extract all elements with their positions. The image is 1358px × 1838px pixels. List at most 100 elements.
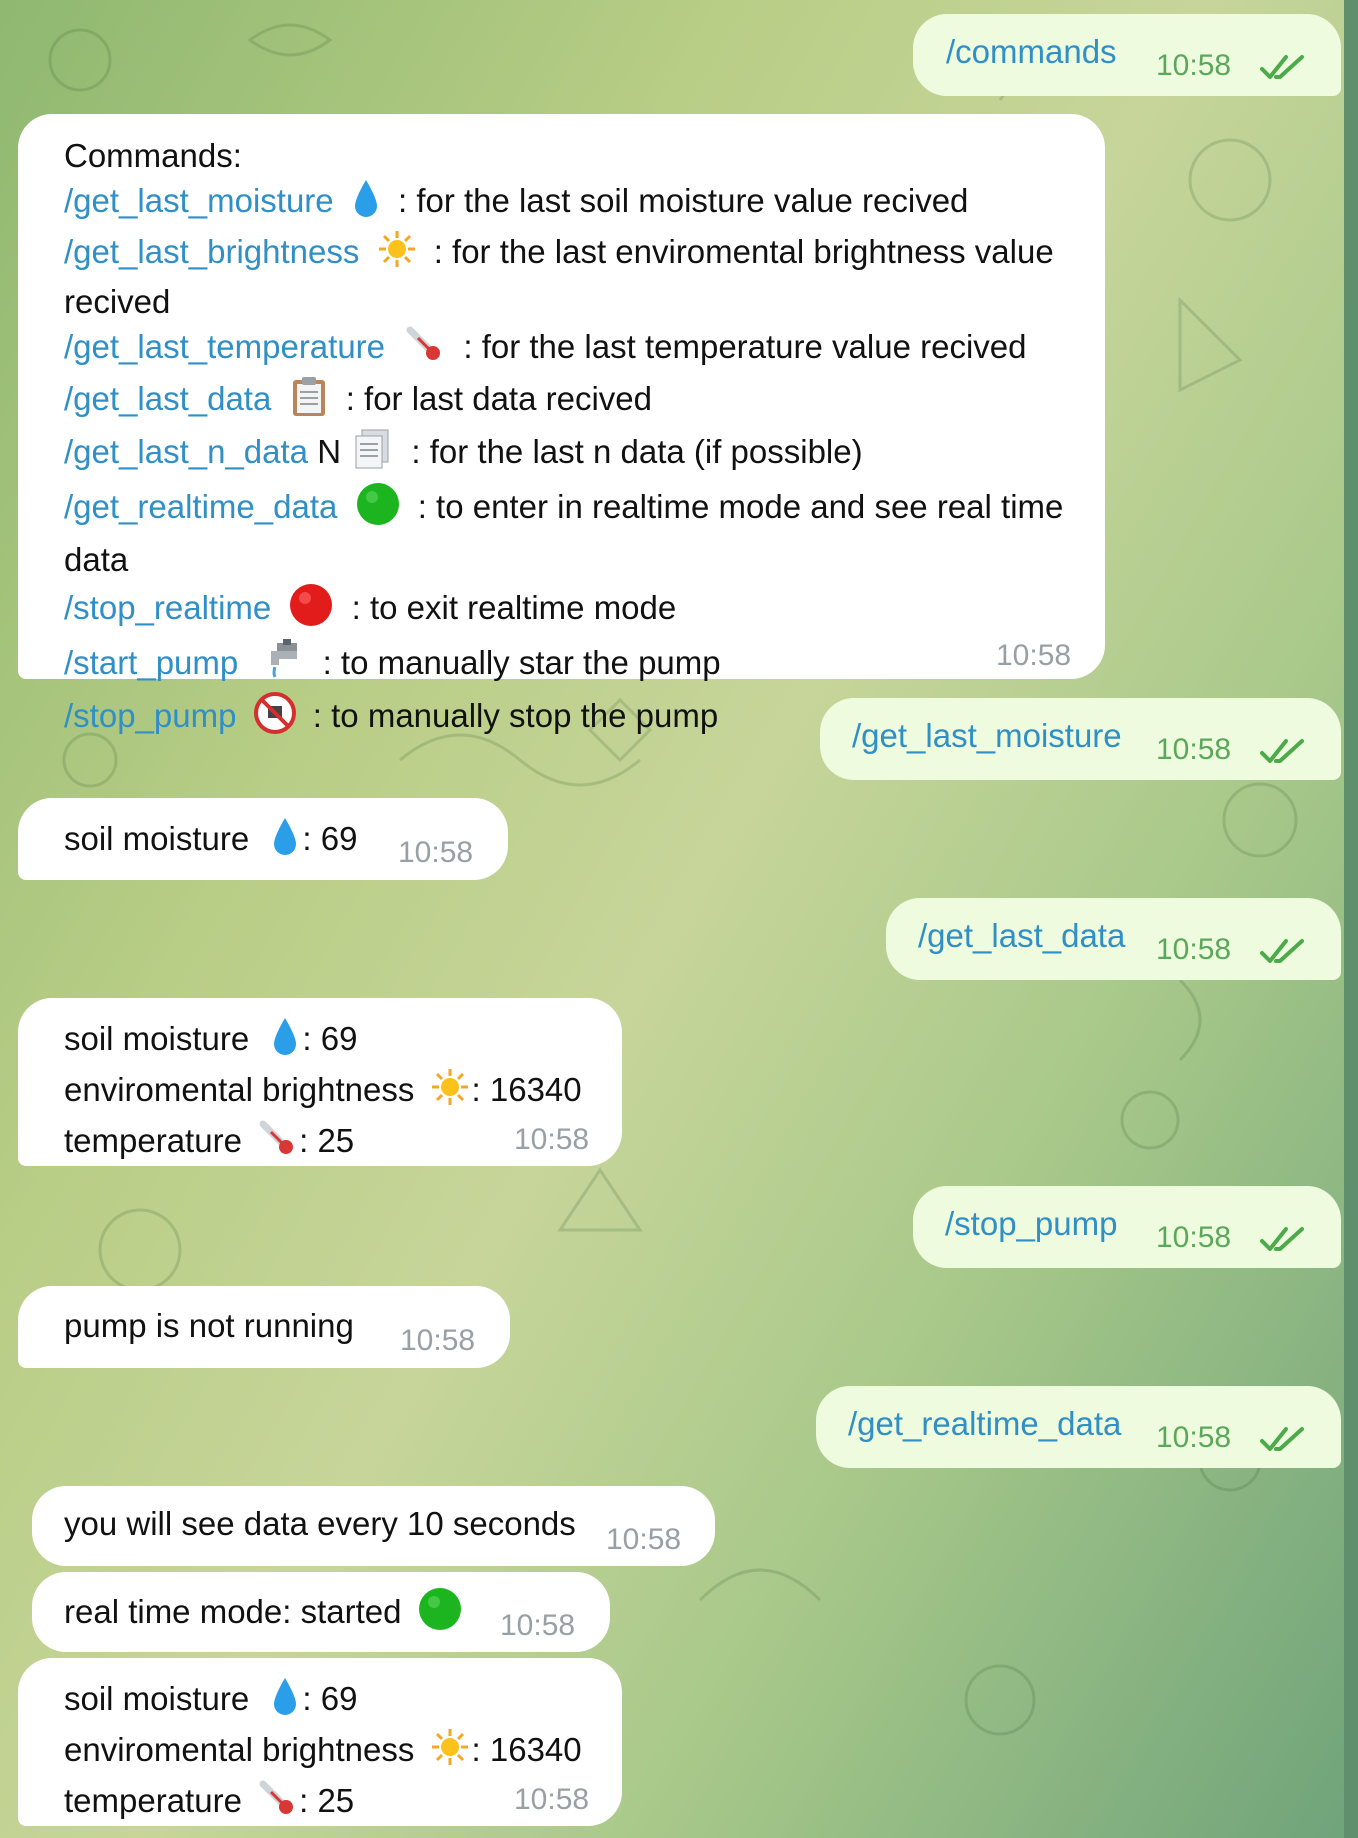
command-link[interactable]: /get_last_data: [64, 380, 271, 417]
thermometer-icon: [257, 1778, 297, 1829]
command-row: /get_last_n_data N : for the last n data…: [64, 428, 1084, 481]
message-time: 10:58: [514, 1123, 590, 1156]
command-link[interactable]: /get_last_temperature: [64, 328, 385, 365]
command-link[interactable]: /stop_pump: [64, 697, 236, 734]
reading-label: temperature: [64, 1122, 242, 1160]
droplet-icon: [353, 178, 379, 229]
reading-row: temperature : 25: [64, 1118, 582, 1169]
command-row: /stop_realtime : to exit realtime mode: [64, 582, 1084, 639]
message-time: 10:58: [398, 836, 474, 869]
incoming-message: you will see data every 10 seconds 10:58: [32, 1486, 715, 1566]
command-row: /start_pump : to manually star the pump: [64, 639, 1084, 692]
command-link[interactable]: /get_last_moisture: [64, 182, 334, 219]
message-command-text[interactable]: /stop_pump: [945, 1202, 1117, 1246]
commands-title: Commands:: [64, 137, 242, 174]
incoming-message: pump is not running 10:58: [18, 1286, 510, 1368]
message-time: 10:58: [500, 1609, 576, 1642]
reading-row: soil moisture : 69: [64, 1016, 582, 1067]
reading-label: temperature: [64, 1782, 242, 1820]
message-time: 10:58: [1156, 933, 1232, 966]
message-command-text[interactable]: /get_last_data: [918, 914, 1125, 958]
command-row: /get_last_brightness : for the last envi…: [64, 229, 1084, 324]
reading-value: : 16340: [471, 1731, 582, 1769]
reading-value: : 16340: [471, 1071, 582, 1109]
read-double-check-icon: [1260, 1427, 1304, 1451]
thermometer-icon: [257, 1118, 297, 1169]
reading-label: enviromental brightness: [64, 1071, 415, 1109]
command-row: /get_realtime_data : to enter in realtim…: [64, 481, 1084, 582]
reading-label: enviromental brightness: [64, 1731, 415, 1769]
green-circle-icon: [355, 481, 401, 538]
message-command-text[interactable]: /commands: [946, 30, 1117, 74]
sun-icon: [377, 229, 417, 280]
read-double-check-icon: [1260, 939, 1304, 963]
reading-value: : 25: [299, 1122, 355, 1160]
reading-row: soil moisture : 69: [64, 1676, 582, 1727]
command-link[interactable]: /get_realtime_data: [64, 488, 337, 525]
no-water-icon: [253, 692, 296, 745]
message-time: 10:58: [1156, 1421, 1232, 1454]
droplet-icon: [272, 816, 298, 867]
message-command-text[interactable]: /get_last_moisture: [852, 714, 1122, 758]
command-description: : for the last soil moisture value reciv…: [397, 182, 969, 220]
reading-row: temperature : 25: [64, 1778, 582, 1829]
reading-row: enviromental brightness : 16340: [64, 1067, 582, 1118]
reading-label: soil moisture: [64, 820, 250, 858]
outgoing-message[interactable]: /commands 10:58: [913, 14, 1341, 96]
message-text: pump is not running: [64, 1307, 354, 1344]
sun-icon: [430, 1067, 470, 1118]
read-double-check-icon: [1260, 55, 1304, 79]
incoming-message-commands: Commands: /get_last_moisture : for the l…: [18, 114, 1105, 734]
message-time: 10:58: [1156, 49, 1232, 82]
message-time: 10:58: [514, 1783, 590, 1816]
message-text: real time mode: started: [64, 1593, 402, 1631]
message-time: 10:58: [606, 1523, 682, 1556]
message-time: 10:58: [1156, 1221, 1232, 1254]
reading-row: enviromental brightness : 16340: [64, 1727, 582, 1778]
message-command-text[interactable]: /get_realtime_data: [848, 1402, 1121, 1446]
command-description: : for last data recived: [345, 380, 653, 418]
droplet-icon: [272, 1676, 298, 1727]
outgoing-message[interactable]: /stop_pump 10:58: [913, 1186, 1341, 1268]
read-double-check-icon: [1260, 739, 1304, 763]
command-row: /get_last_temperature : for the last tem…: [64, 324, 1084, 375]
incoming-message: soil moisture : 69 10:58: [18, 798, 508, 880]
read-double-check-icon: [1260, 1227, 1304, 1251]
message-text: you will see data every 10 seconds: [64, 1505, 576, 1542]
outgoing-message[interactable]: /get_last_moisture 10:58: [820, 698, 1341, 780]
command-description: : for the last temperature value recived: [463, 328, 1027, 366]
incoming-message-readings: soil moisture : 69 enviromental brightne…: [18, 1658, 622, 1826]
sun-icon: [430, 1727, 470, 1778]
thermometer-icon: [404, 324, 444, 375]
command-link[interactable]: /get_last_brightness: [64, 233, 359, 270]
command-description: : for the last n data (if possible): [411, 433, 863, 471]
incoming-message-readings: soil moisture : 69 enviromental brightne…: [18, 998, 622, 1166]
message-row: real time mode: started: [64, 1586, 463, 1643]
command-description: : to manually stop the pump: [312, 697, 719, 735]
reading-label: soil moisture: [64, 1020, 250, 1058]
reading-value: : 25: [299, 1782, 355, 1820]
green-circle-icon: [417, 1586, 463, 1643]
droplet-icon: [272, 1016, 298, 1067]
window-edge: [1344, 0, 1358, 1838]
documents-icon: [352, 428, 394, 481]
reading-value: : 69: [302, 1680, 358, 1718]
outgoing-message[interactable]: /get_last_data 10:58: [886, 898, 1341, 980]
red-circle-icon: [288, 582, 334, 639]
clipboard-icon: [291, 375, 327, 428]
command-row: /get_last_moisture : for the last soil m…: [64, 178, 1084, 229]
incoming-message: real time mode: started 10:58: [32, 1572, 610, 1652]
command-link[interactable]: /stop_realtime: [64, 589, 271, 626]
command-row: /get_last_data : for last data recived: [64, 375, 1084, 428]
outgoing-message[interactable]: /get_realtime_data 10:58: [816, 1386, 1341, 1468]
reading-label: soil moisture: [64, 1680, 250, 1718]
command-link[interactable]: /get_last_n_data: [64, 433, 308, 470]
reading-row: soil moisture : 69: [64, 816, 357, 867]
faucet-icon: [265, 639, 305, 692]
command-link[interactable]: /start_pump: [64, 644, 238, 681]
reading-value: : 69: [302, 820, 358, 858]
message-time: 10:58: [400, 1324, 476, 1357]
command-description: : to exit realtime mode: [351, 589, 677, 627]
message-time: 10:58: [1156, 733, 1232, 766]
reading-value: : 69: [302, 1020, 358, 1058]
